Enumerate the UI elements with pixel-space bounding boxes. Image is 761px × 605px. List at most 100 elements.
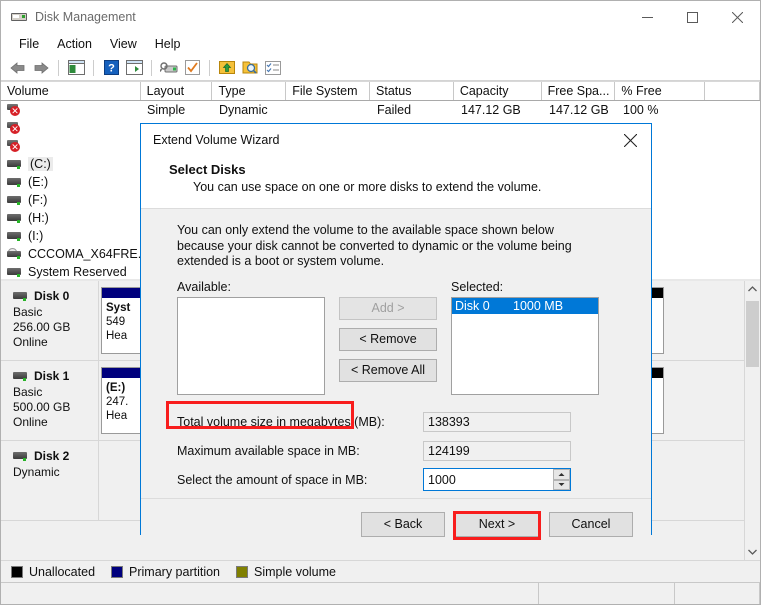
volume-name-cell: (E:) [1,175,141,189]
toolbar: ? [1,55,760,81]
status-bar [1,582,760,604]
column-header-blank[interactable] [705,82,760,100]
wizard-page-subtitle: You can use space on one or more disks t… [193,180,542,194]
selected-disks-list[interactable]: Disk 0 1000 MB [451,296,599,395]
disk-management-window: Disk Management File Action View Help ? … [0,0,761,605]
volume-list-header: Volume Layout Type File System Status Capacit… [1,81,760,101]
volume-icon [7,267,21,278]
menu-view[interactable]: View [101,35,146,53]
disk-title: Disk 2 [13,449,98,463]
back-icon[interactable] [7,57,29,79]
svg-text:?: ? [108,63,115,75]
disk-title: Disk 1 [13,369,98,383]
volume-name-cell: CCCOMA_X64FRE... [1,247,141,261]
minimize-icon[interactable] [625,1,670,33]
disk-info[interactable]: Disk 0 Basic 256.00 GB Online [1,281,99,360]
volume-name-cell: System Reserved [1,265,141,279]
scrollbar-track[interactable] [745,297,760,544]
show-hide-console-tree-icon[interactable] [65,57,87,79]
selected-list-item[interactable]: Disk 0 1000 MB [452,297,598,314]
volume-icon [7,195,21,206]
disk-size: 256.00 GB [13,320,71,334]
amount-of-space-input[interactable]: 1000 [424,469,552,490]
available-column: Available: [177,280,325,395]
column-header--free[interactable]: % Free [615,82,706,100]
import-icon[interactable] [216,57,238,79]
scroll-down-icon[interactable] [745,544,760,560]
wizard-header: Select Disks You can use space on one or… [141,156,651,209]
available-disks-list[interactable] [177,296,325,395]
volume-name-cell: (I:) [1,229,141,243]
toolbar-separator [209,59,210,76]
close-icon[interactable] [715,1,760,33]
column-header-capacity[interactable]: Capacity [454,82,542,100]
list-view-icon[interactable] [262,57,284,79]
legend-label: Unallocated [29,564,96,579]
menu-action[interactable]: Action [48,35,101,53]
close-icon[interactable] [609,124,651,156]
volume-cell-free-space: 147.12 GB [549,103,609,117]
rescan-disks-icon[interactable] [181,57,203,79]
cancel-button[interactable]: Cancel [549,511,633,537]
disk-icon [11,9,27,25]
legend-item: Unallocated [11,565,95,579]
column-header-volume[interactable]: Volume [1,82,141,100]
disk-title: Disk 0 [13,289,98,303]
volume-name-label: (F:) [28,193,48,207]
add-button[interactable]: Add > [339,296,437,320]
volume-name-label: (C:) [28,157,53,171]
next-button[interactable]: Next > [455,511,539,537]
volume-name-cell: ✕ [1,122,141,134]
transfer-buttons: Add > < Remove < Remove All [339,296,437,395]
legend-swatch [236,565,249,578]
disk-pane-scrollbar[interactable] [744,281,760,560]
disk-icon [13,291,27,302]
scroll-up-icon[interactable] [745,281,760,297]
failed-volume-icon: ✕ [7,104,21,116]
maximize-icon[interactable] [670,1,715,33]
volume-icon [7,213,21,224]
wizard-intro-text: You can only extend the volume to the av… [177,223,572,268]
amount-of-space-field[interactable]: 1000 [423,468,571,491]
menu-help[interactable]: Help [146,35,190,53]
column-header-free-spa[interactable]: Free Spa... [542,82,616,100]
menu-file[interactable]: File [10,35,48,53]
spinner-up-icon[interactable] [553,469,570,480]
failed-volume-icon: ✕ [7,122,21,134]
volume-cell-percent-free: 100 % [623,103,659,117]
column-header-file-system[interactable]: File System [286,82,371,100]
scrollbar-thumb[interactable] [746,301,759,367]
column-header-layout[interactable]: Layout [141,82,213,100]
disk-size: 500.00 GB [13,400,71,414]
spinner-down-icon[interactable] [553,479,570,490]
legend-label: Primary partition [129,564,221,579]
disk-info[interactable]: Disk 1 Basic 500.00 GB Online [1,361,99,440]
window-controls [625,1,760,33]
legend: Unallocated Primary partition Simple volum… [1,560,760,582]
column-header-type[interactable]: Type [212,82,287,100]
volume-row[interactable]: ✕ Simple Dynamic Failed 147.12 GB 147.12 GB 10… [1,101,760,119]
forward-icon[interactable] [30,57,52,79]
remove-button[interactable]: < Remove [339,327,437,351]
disk-name: Disk 0 [34,289,70,303]
search-icon[interactable] [239,57,261,79]
remove-all-button[interactable]: < Remove All [339,358,437,382]
toolbar-separator [58,59,59,76]
disk-state: Online [13,415,48,429]
maximum-available-space-field: 124199 [423,440,571,461]
column-header-status[interactable]: Status [370,82,454,100]
extend-volume-wizard-dialog: Extend Volume Wizard Select Disks You ca… [140,123,652,550]
field-row: Select the amount of space in MB: 1000 [177,468,627,491]
cd-rom-icon [7,248,21,260]
help-icon[interactable]: ? [100,57,122,79]
field-row: Maximum available space in MB: 124199 [177,440,627,462]
properties-icon[interactable] [158,57,180,79]
spinner-buttons [552,469,570,490]
wizard-footer: < Back Next > Cancel [141,497,651,550]
volume-cell-status: Failed [377,103,412,117]
disk-info[interactable]: Disk 2 Dynamic [1,441,99,520]
failed-volume-icon: ✕ [7,140,21,152]
show-hide-action-pane-icon[interactable] [123,57,145,79]
legend-swatch [11,565,23,578]
back-button[interactable]: < Back [361,511,445,537]
